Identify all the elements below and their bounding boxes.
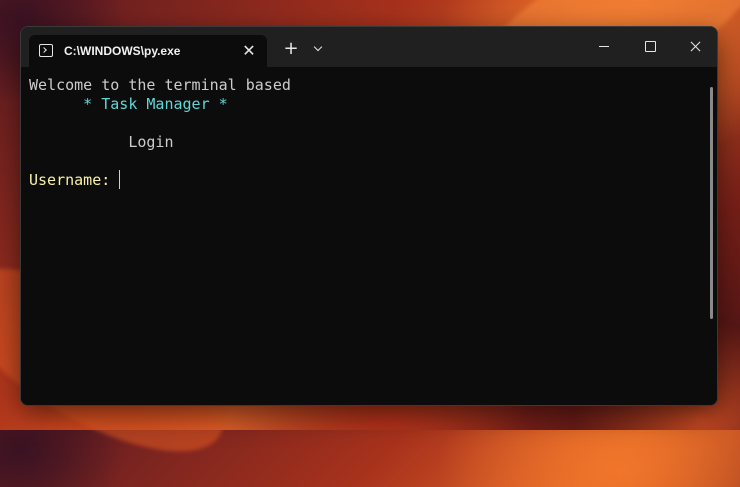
- title-bar[interactable]: C:\WINDOWS\py.exe ✕ +: [21, 27, 717, 67]
- welcome-line: Welcome to the terminal based: [29, 76, 291, 94]
- close-window-button[interactable]: [673, 27, 717, 67]
- new-tab-button[interactable]: +: [279, 37, 303, 61]
- minimize-button[interactable]: [581, 27, 627, 67]
- tab-py-exe[interactable]: C:\WINDOWS\py.exe ✕: [29, 35, 267, 67]
- terminal-window: C:\WINDOWS\py.exe ✕ + Welcome to the ter…: [20, 26, 718, 406]
- text-cursor[interactable]: [119, 170, 120, 189]
- login-heading: Login: [29, 133, 174, 151]
- terminal-output[interactable]: Welcome to the terminal based * Task Man…: [21, 67, 717, 405]
- username-prompt: Username:: [29, 171, 120, 189]
- terminal-icon: [39, 44, 53, 57]
- close-tab-button[interactable]: ✕: [239, 41, 259, 61]
- scrollbar[interactable]: [710, 87, 713, 319]
- tab-title: C:\WINDOWS\py.exe: [64, 44, 181, 58]
- app-title-line: * Task Manager *: [29, 95, 228, 113]
- chevron-down-icon[interactable]: [309, 37, 329, 61]
- maximize-button[interactable]: [627, 27, 673, 67]
